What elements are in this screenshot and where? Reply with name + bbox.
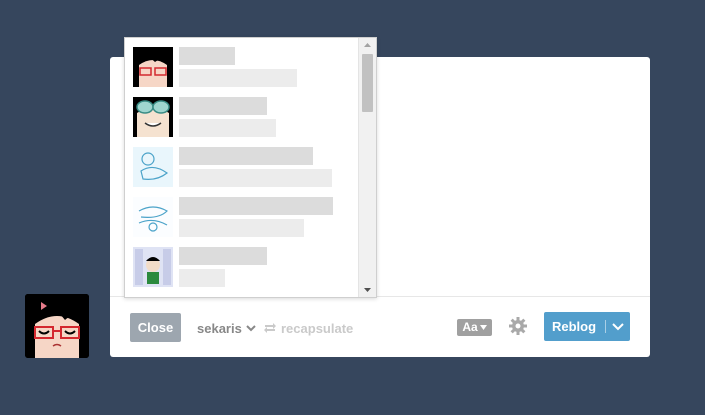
reblog-button[interactable]: Reblog (544, 312, 630, 341)
blog-name-placeholder (179, 47, 235, 65)
scroll-down-arrow-icon[interactable] (359, 283, 376, 297)
blog-avatar-2 (133, 97, 173, 137)
close-button[interactable]: Close (130, 313, 181, 342)
blog-avatar-5 (133, 247, 173, 287)
reblog-source-name: recapsulate (281, 320, 354, 336)
scroll-up-arrow-icon[interactable] (359, 38, 376, 52)
mention-item[interactable] (133, 147, 363, 187)
post-footer: Close sekaris recapsulate Aa Reblog (110, 296, 650, 357)
mention-item[interactable] (133, 47, 363, 87)
blog-name-placeholder (179, 147, 313, 165)
text-style-label: Aa (462, 320, 478, 334)
reblog-button-label: Reblog (552, 319, 597, 334)
gear-icon[interactable] (509, 317, 527, 335)
blog-mention-dropdown (124, 37, 377, 298)
blog-title-placeholder (179, 169, 332, 187)
blog-title-placeholder (179, 219, 304, 237)
blog-name-placeholder (179, 247, 267, 265)
blog-avatar-4 (133, 197, 173, 237)
chevron-down-icon (246, 325, 256, 332)
caret-down-icon (479, 325, 487, 330)
blog-name-placeholder (179, 97, 267, 115)
blog-selector[interactable]: sekaris (197, 320, 256, 336)
blog-avatar-1 (133, 47, 173, 87)
mention-item[interactable] (133, 247, 363, 287)
text-style-button[interactable]: Aa (457, 319, 492, 336)
reblog-source: recapsulate (263, 320, 353, 336)
user-avatar[interactable] (25, 294, 89, 358)
scroll-thumb[interactable] (362, 54, 373, 112)
blog-name-placeholder (179, 197, 333, 215)
blog-title-placeholder (179, 69, 297, 87)
dropdown-scrollbar[interactable] (358, 38, 376, 297)
reblog-icon (264, 323, 276, 333)
blog-title-placeholder (179, 269, 225, 287)
mention-item[interactable] (133, 97, 363, 137)
reblog-button-divider (605, 320, 606, 333)
blog-name: sekaris (197, 320, 242, 336)
mention-item[interactable] (133, 197, 363, 237)
chevron-down-icon[interactable] (612, 322, 624, 331)
blog-title-placeholder (179, 119, 276, 137)
blog-avatar-3 (133, 147, 173, 187)
